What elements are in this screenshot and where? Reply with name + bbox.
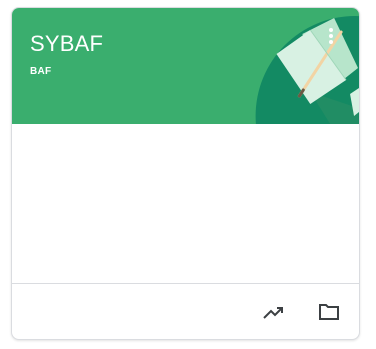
class-title[interactable]: SYBAF <box>30 30 103 58</box>
class-card: SYBAF BAF <box>11 7 360 340</box>
class-card-footer <box>12 284 359 339</box>
open-folder-button[interactable] <box>315 298 343 326</box>
trending-up-icon <box>263 307 283 319</box>
more-vert-icon <box>329 28 333 44</box>
header-illustration <box>12 8 359 124</box>
more-options-button[interactable] <box>319 24 343 48</box>
open-progress-button[interactable] <box>260 298 288 326</box>
class-card-header[interactable]: SYBAF BAF <box>12 8 359 124</box>
class-section: BAF <box>30 66 52 77</box>
folder-icon <box>319 304 339 320</box>
class-card-body <box>12 124 359 283</box>
